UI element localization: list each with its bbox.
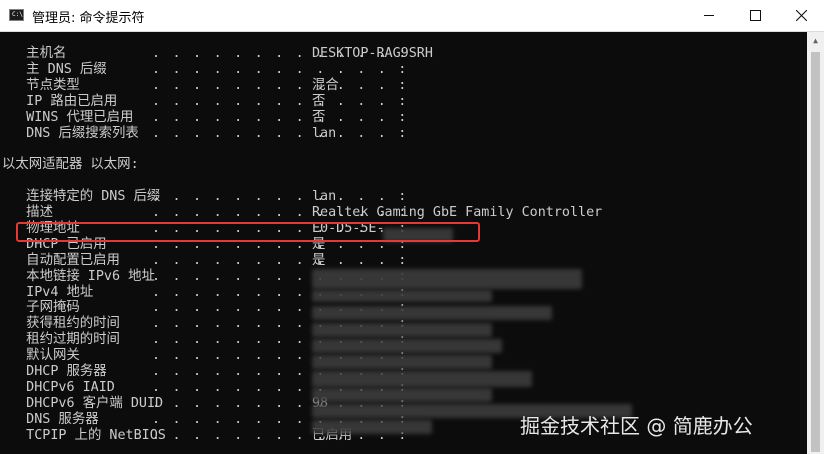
window-title: 管理员: 命令提示符	[32, 11, 145, 26]
watermark-text: 掘金技术社区 @ 简鹿办公	[520, 414, 753, 438]
mac-address-highlight-box	[16, 222, 480, 242]
redacted-value-block	[312, 290, 492, 302]
vertical-scrollbar[interactable]: ▲	[807, 32, 824, 454]
console-line-label: 获得租约的时间	[2, 316, 120, 332]
console-line-label: 主机名	[2, 46, 67, 61]
console-line-label: 主 DNS 后缀	[2, 61, 107, 77]
console-line-label: 本地链接 IPv6 地址	[2, 268, 155, 284]
redacted-value-block	[312, 355, 492, 369]
redacted-value-block	[312, 269, 582, 289]
minimize-button[interactable]	[686, 0, 732, 31]
console-line-label: 租约过期的时间	[2, 332, 120, 348]
redacted-value-block	[312, 371, 532, 387]
console-dot-leader: . . . . . . . . . . . . :	[152, 109, 409, 125]
maximize-icon	[749, 10, 761, 21]
console-line-value: 混合	[312, 77, 339, 93]
minimize-icon	[704, 15, 714, 16]
console-line-label: 以太网适配器 以太网:	[2, 157, 139, 173]
console-dot-leader: . . . . . . . . . . . . :	[152, 125, 409, 141]
console-dot-leader: . . . . . . . . . . . . :	[152, 93, 409, 109]
console-line-value: DESKTOP-RAG9SRH	[312, 46, 433, 61]
console-line-value: lan	[312, 189, 337, 205]
console-line-label: DNS 后缀搜索列表	[2, 125, 139, 141]
redacted-value-block	[312, 306, 552, 320]
redacted-value-block	[312, 420, 432, 434]
console-line-label: DNS 服务器	[2, 411, 99, 427]
scrollbar-thumb[interactable]	[811, 52, 820, 452]
console-line-label: DHCPv6 客户端 DUID	[2, 395, 164, 411]
maximize-button[interactable]	[732, 0, 778, 31]
console-line-label: 连接特定的 DNS 后缀	[2, 189, 161, 205]
redacted-value-block	[312, 388, 492, 402]
console-line-label: TCPIP 上的 NetBIOS	[2, 427, 166, 443]
console-dot-leader: . . . . . . . . . . . . :	[152, 252, 409, 268]
console-dot-leader: . . . . . . . . . . . . :	[152, 189, 409, 205]
title-bar[interactable]: C:\ 管理员: 命令提示符	[0, 0, 824, 32]
console-dot-leader: . . . . . . . . . . . . :	[152, 61, 409, 77]
command-prompt-window: C:\ 管理员: 命令提示符 主机名 . . . . . . . . . . . …	[0, 0, 824, 454]
scroll-up-arrow-icon[interactable]: ▲	[807, 32, 824, 49]
console-line-label: DHCPv6 IAID	[2, 379, 115, 395]
console-line-value: 是	[312, 252, 326, 268]
redacted-value-block	[312, 323, 492, 337]
console-line-label: WINS 代理已启用	[2, 109, 134, 125]
console-output[interactable]: 主机名. . . . . . . . . . . . : DESKTOP-RAG9…	[0, 32, 807, 454]
console-line-value: 否	[312, 109, 326, 125]
console-line-label: DHCP 服务器	[2, 364, 107, 379]
console-line-label: IPv4 地址	[2, 284, 94, 300]
console-line-value: 否	[312, 93, 326, 109]
redacted-value-block	[312, 339, 502, 353]
console-line-value: Realtek Gaming GbE Family Controller	[312, 205, 603, 220]
console-line-label: 节点类型	[2, 77, 80, 93]
console-line-label: 自动配置已启用	[2, 252, 120, 268]
cmd-app-icon: C:\	[9, 9, 24, 21]
console-line-label: 描述	[2, 205, 53, 220]
close-button[interactable]	[778, 0, 824, 31]
console-dot-leader: . . . . . . . . . . . . :	[152, 77, 409, 93]
console-line-label: 默认网关	[2, 348, 80, 364]
console-line-value: lan	[312, 125, 337, 141]
console-line-label: IP 路由已启用	[2, 93, 118, 109]
console-line-label: 子网掩码	[2, 300, 80, 316]
close-icon	[795, 10, 807, 21]
